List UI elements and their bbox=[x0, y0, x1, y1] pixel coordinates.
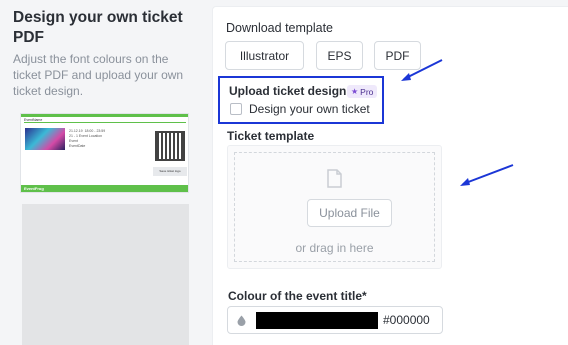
upload-ticket-design-section: Upload ticket design ★ Pro Design your o… bbox=[218, 76, 384, 124]
annotation-arrow-ticket-template bbox=[460, 164, 514, 186]
ticket-preview: EventName 21.12.19 18:00 - 23:59 21 - 1 … bbox=[20, 113, 189, 193]
sidebar-title: Design your own ticket PDF bbox=[13, 9, 183, 46]
ticket-brand-logo: EventFrog bbox=[24, 186, 44, 191]
color-hex-value[interactable]: #000000 bbox=[383, 313, 430, 327]
ticket-event-image bbox=[25, 128, 65, 150]
illustrator-button[interactable]: Illustrator bbox=[225, 41, 304, 70]
eps-button[interactable]: EPS bbox=[316, 41, 363, 70]
sidebar: Design your own ticket PDF Adjust the fo… bbox=[0, 0, 205, 345]
file-icon bbox=[327, 169, 342, 188]
download-template-title: Download template bbox=[226, 21, 334, 35]
event-title-colour-label: Colour of the event title* bbox=[228, 289, 367, 303]
design-own-ticket-label[interactable]: Design your own ticket bbox=[249, 102, 370, 116]
ticket-template-title: Ticket template bbox=[227, 129, 315, 143]
qr-code-icon bbox=[155, 131, 185, 161]
pro-badge: ★ Pro bbox=[347, 85, 378, 98]
event-title-colour-input[interactable]: #000000 bbox=[227, 306, 443, 334]
ticket-template-dropzone[interactable]: Upload File or drag in here bbox=[227, 145, 442, 269]
star-icon: ★ bbox=[351, 87, 359, 96]
design-own-ticket-checkbox[interactable] bbox=[230, 103, 242, 115]
annotation-arrow-upload-design bbox=[401, 59, 443, 81]
ticket-topbar bbox=[21, 114, 188, 117]
sidebar-description: Adjust the font colours on the ticket PD… bbox=[13, 52, 184, 98]
upload-ticket-design-title: Upload ticket design bbox=[229, 84, 347, 98]
ticket-info: 21.12.19 18:00 - 23:59 21 - 1 Event Loca… bbox=[69, 129, 106, 148]
upload-file-button[interactable]: Upload File bbox=[307, 199, 392, 227]
pro-badge-label: Pro bbox=[360, 86, 374, 97]
ticket-divider bbox=[24, 122, 186, 123]
ticket-preview-button: Save ticket logo bbox=[153, 167, 187, 176]
ticket-preview-placeholder bbox=[22, 204, 189, 345]
color-drop-icon bbox=[237, 315, 246, 326]
color-swatch[interactable] bbox=[256, 312, 378, 329]
ticket-footer bbox=[21, 185, 188, 192]
drag-hint: or drag in here bbox=[295, 241, 374, 255]
